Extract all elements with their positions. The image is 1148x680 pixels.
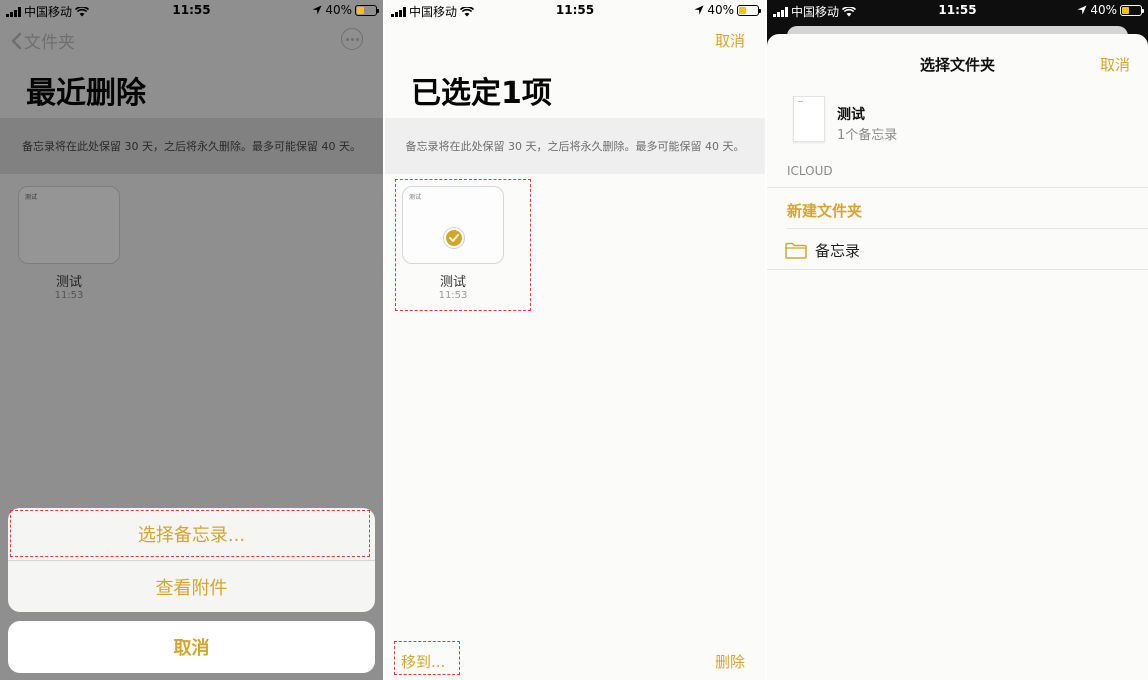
retention-info: 备忘录将在此处保留 30 天，之后将永久删除。最多可能保留 40 天。 <box>0 118 383 174</box>
recently-deleted-screen: 中国移动 11:55 40% 文件夹 最近删除 备忘录将在此处保留 30 天，之… <box>0 0 383 680</box>
moving-note-title: 测试 <box>837 107 865 123</box>
choose-folder-screen: 中国移动 11:55 40% 选择文件夹 取消 测试 1个备忘录 ICLOUD … <box>767 0 1148 680</box>
note-title: 测试 <box>55 275 82 290</box>
folder-name: 备忘录 <box>815 242 861 260</box>
location-icon <box>694 5 704 15</box>
status-right: 40% <box>312 3 379 17</box>
back-button[interactable]: 文件夹 <box>10 28 75 53</box>
note-time: 11:53 <box>54 290 84 301</box>
status-bar: 中国移动 11:55 40% <box>385 0 765 20</box>
battery-icon <box>1120 4 1144 16</box>
selection-screen: 中国移动 11:55 40% 取消 已选定1项 备忘录将在此处保留 30 天，之… <box>385 0 765 680</box>
highlight-move-to <box>394 641 460 675</box>
status-bar: 中国移动 11:55 40% <box>767 0 1148 20</box>
view-attachments-button[interactable]: 查看附件 <box>8 560 375 612</box>
sheet-cancel-button[interactable]: 取消 <box>1100 54 1130 75</box>
icloud-section-header: ICLOUD <box>787 164 833 178</box>
more-options-icon[interactable] <box>341 28 363 50</box>
retention-info: 备忘录将在此处保留 30 天，之后将永久删除。最多可能保留 40 天。 <box>385 118 765 174</box>
battery-percent: 40% <box>1090 3 1117 17</box>
row-divider <box>767 269 1148 270</box>
page-title: 已选定1项 <box>411 76 552 111</box>
page-title: 最近删除 <box>26 76 146 111</box>
cancel-selection-button[interactable]: 取消 <box>715 30 745 51</box>
status-right: 40% <box>694 3 761 17</box>
folder-picker-sheet: 选择文件夹 取消 测试 1个备忘录 ICLOUD 新建文件夹 备忘录 <box>767 34 1148 680</box>
row-divider <box>787 228 1148 229</box>
location-icon <box>1077 5 1087 15</box>
new-folder-button[interactable]: 新建文件夹 <box>787 200 862 221</box>
note-thumbnail[interactable]: 测试 <box>18 186 120 264</box>
row-divider <box>767 187 1148 188</box>
highlight-select-notes <box>10 510 370 557</box>
status-bar: 中国移动 11:55 40% <box>0 0 383 20</box>
folder-item-notes[interactable]: 备忘录 <box>785 240 860 261</box>
note-thumbnail-title: 测试 <box>25 194 38 201</box>
folder-icon <box>785 242 807 259</box>
battery-icon <box>355 4 379 16</box>
back-label: 文件夹 <box>24 33 75 53</box>
chevron-left-icon <box>11 32 22 49</box>
action-sheet-cancel-button[interactable]: 取消 <box>8 621 375 673</box>
location-icon <box>312 5 322 15</box>
note-document-icon <box>793 96 825 142</box>
moving-note-count: 1个备忘录 <box>837 128 898 143</box>
delete-button[interactable]: 删除 <box>715 651 745 672</box>
highlight-selected-note <box>395 179 531 311</box>
battery-percent: 40% <box>325 3 352 17</box>
battery-percent: 40% <box>707 3 734 17</box>
sheet-title: 选择文件夹 <box>919 56 995 74</box>
status-right: 40% <box>1077 3 1144 17</box>
battery-icon <box>737 4 761 16</box>
